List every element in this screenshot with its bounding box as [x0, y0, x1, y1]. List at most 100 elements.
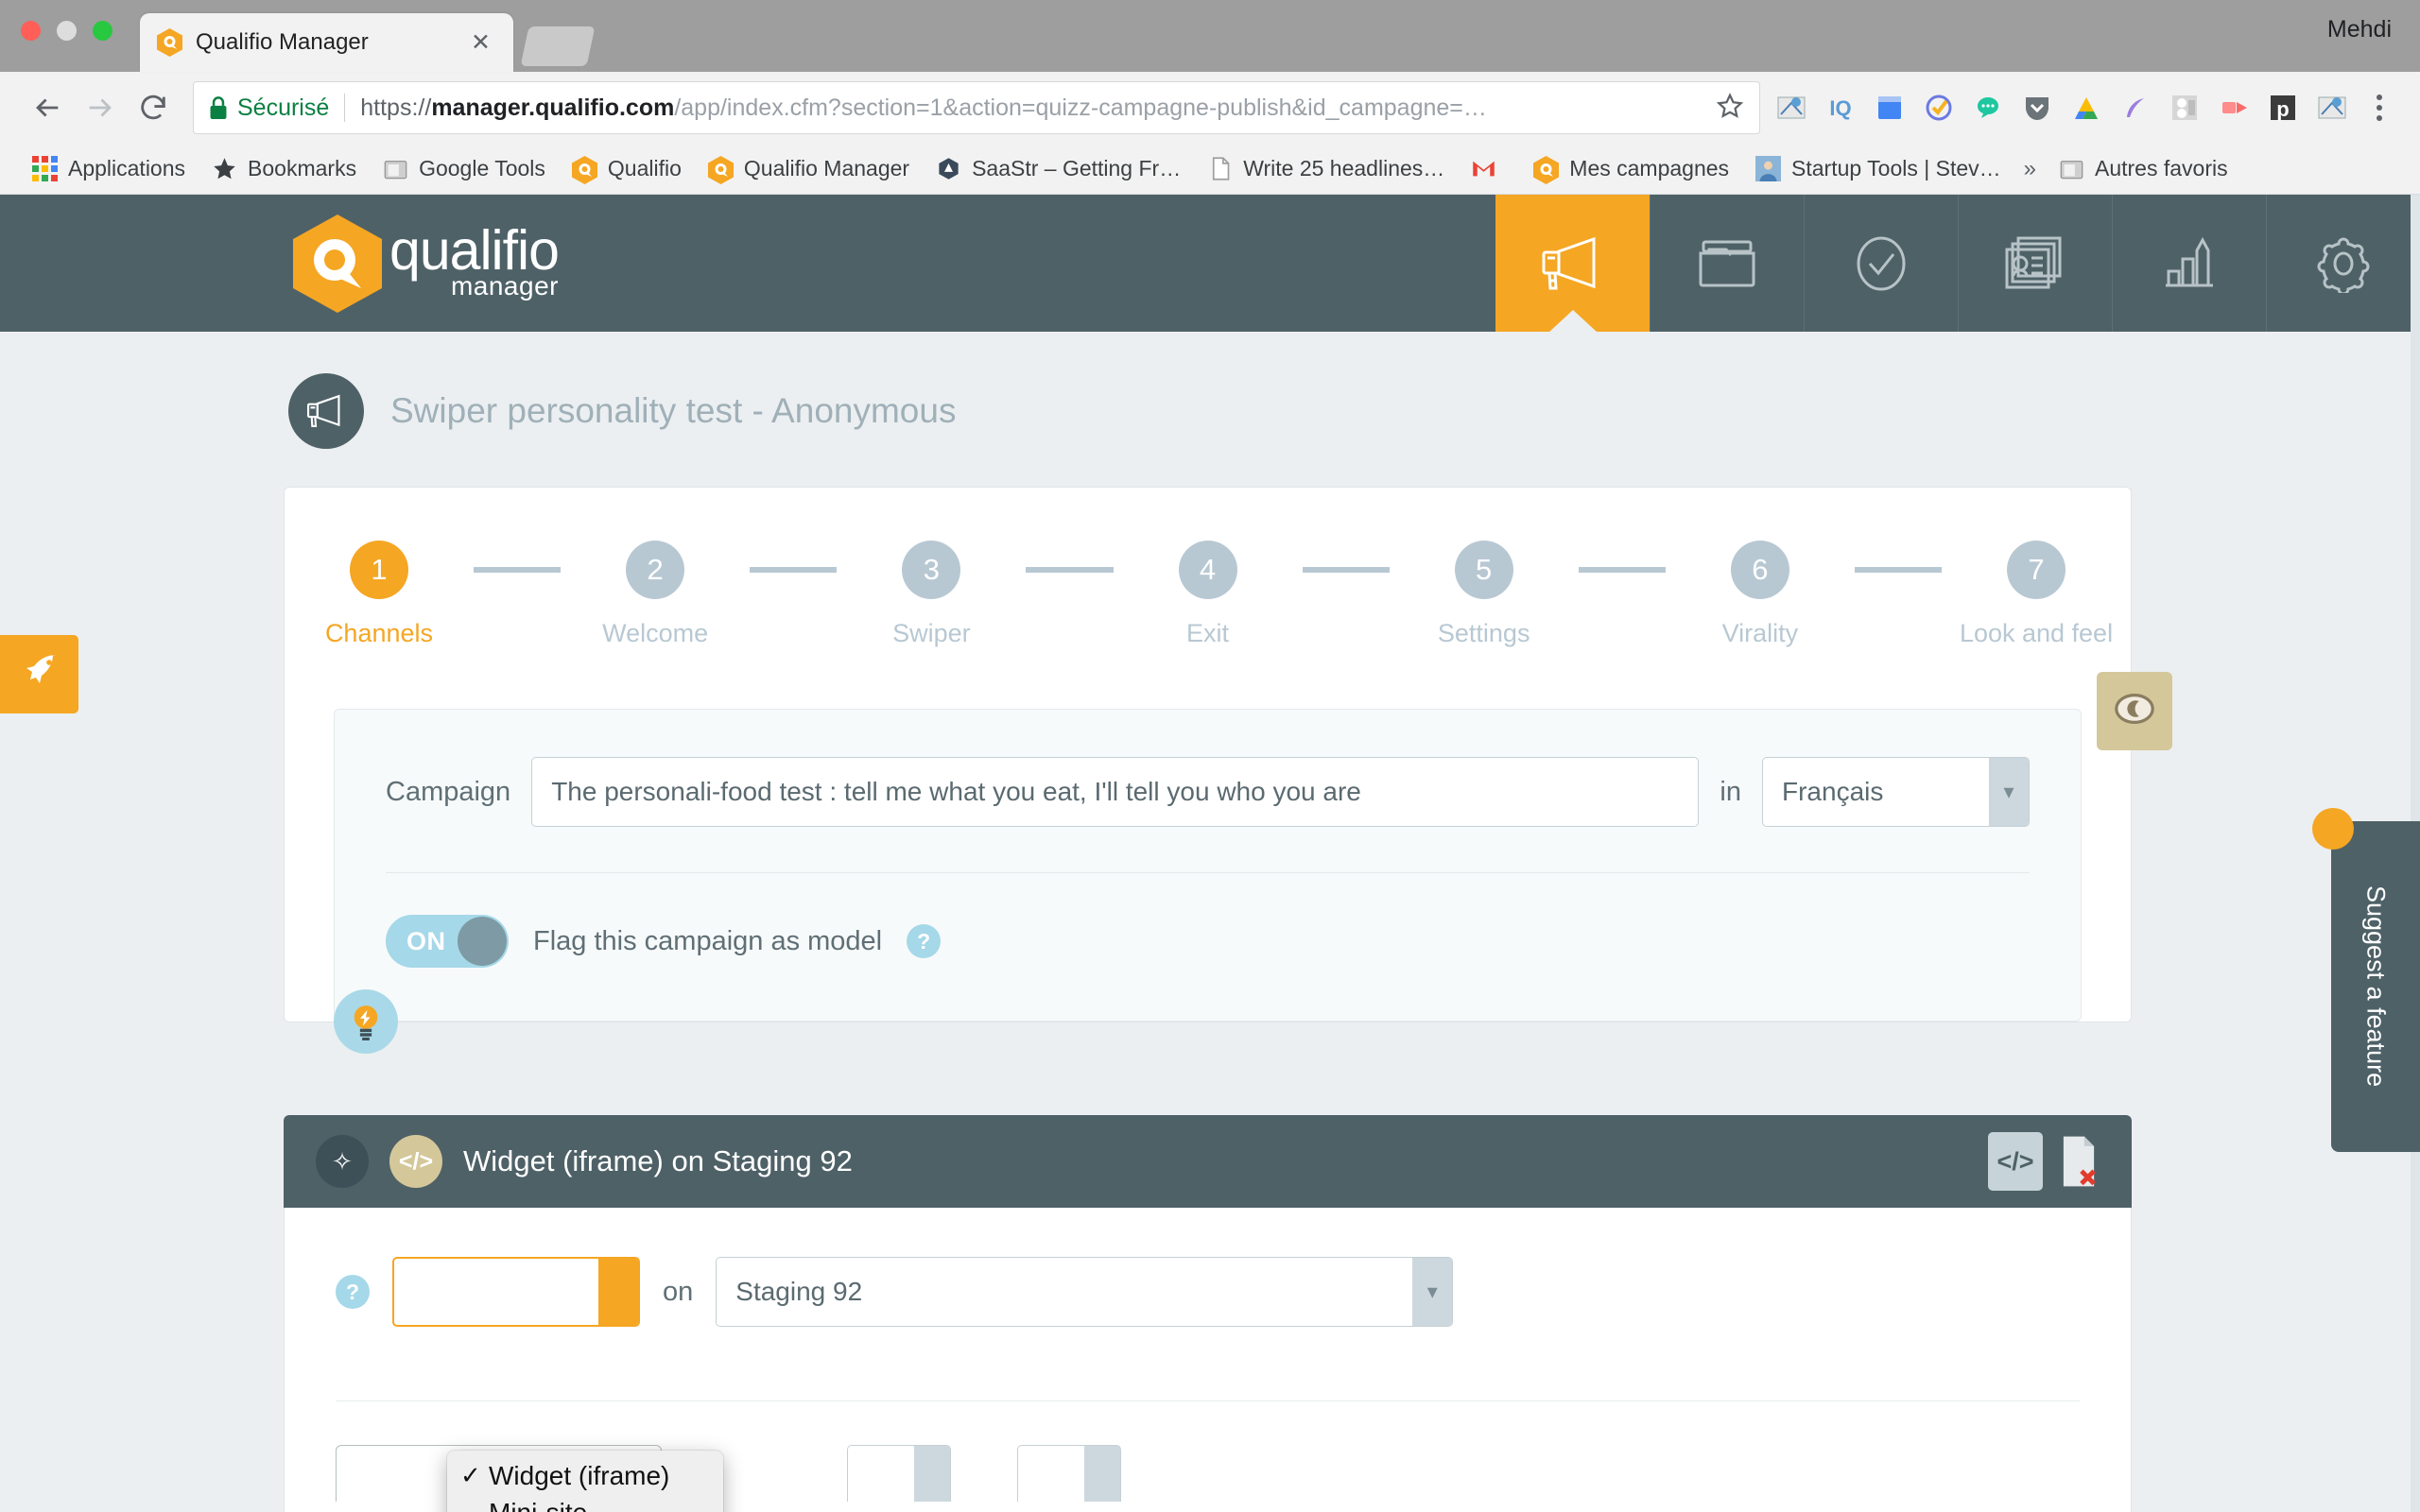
feather-icon[interactable] — [2118, 90, 2153, 126]
bookmark-mes-campagnes[interactable]: Mes campagnes — [1520, 156, 1742, 184]
lock-icon — [209, 96, 228, 119]
bookmarks-overflow-icon[interactable]: » — [2014, 156, 2046, 182]
step-number: 1 — [349, 541, 408, 599]
step-number: 5 — [1454, 541, 1513, 599]
step-exit[interactable]: 4 Exit — [1114, 541, 1303, 648]
new-tab-button[interactable] — [520, 26, 596, 66]
widget-height-select[interactable] — [1017, 1445, 1121, 1502]
prezi-p-icon[interactable]: p — [2265, 90, 2301, 126]
extensions-bar: IQ p — [1773, 90, 2399, 126]
nav-moderation[interactable] — [1804, 195, 1958, 332]
maximize-window-button[interactable] — [93, 21, 112, 41]
video-share-icon[interactable] — [2216, 90, 2252, 126]
bluebox-icon[interactable] — [1872, 90, 1908, 126]
bookmark-qualifio[interactable]: Qualifio — [559, 156, 695, 184]
bookmark-startup-tools[interactable]: Startup Tools | Stev… — [1742, 156, 2014, 181]
step-label: Look and feel — [1959, 619, 2114, 647]
step-look-and-feel[interactable]: 7 Look and feel — [1942, 541, 2131, 648]
step-connector — [1578, 567, 1666, 573]
close-icon[interactable]: ✕ — [465, 27, 496, 59]
getmailbird-icon[interactable] — [1773, 90, 1809, 126]
dropdown-option-widget-iframe[interactable]: ✓ Widget (iframe) — [447, 1457, 723, 1494]
bookmark-write-headlines[interactable]: Write 25 headlines… — [1194, 156, 1458, 181]
folder-icon — [2059, 156, 2084, 181]
campaign-label: Campaign — [386, 776, 511, 807]
close-window-button[interactable] — [21, 21, 41, 41]
chevron-down-icon[interactable]: ✧ — [316, 1135, 369, 1188]
dropdown-option-mini-site[interactable]: Mini-site — [447, 1494, 723, 1512]
preview-tab[interactable] — [2097, 672, 2172, 750]
qualifio-hex-icon — [707, 156, 734, 184]
bookmark-star-icon[interactable] — [1716, 92, 1744, 125]
profile-name[interactable]: Mehdi — [2327, 16, 2392, 43]
dropdown-option-label: Mini-site — [489, 1497, 588, 1512]
step-channels[interactable]: 1 Channels — [285, 541, 474, 648]
step-label: Swiper — [892, 619, 971, 647]
channel-type-dropdown-menu[interactable]: ✓ Widget (iframe) Mini-site Facebook pag… — [447, 1451, 723, 1512]
suggest-feature-label: Suggest a feature — [2361, 885, 2391, 1088]
kebab-menu-icon[interactable] — [2363, 94, 2395, 121]
url-scheme: https:// — [360, 94, 432, 121]
channel-type-select[interactable] — [392, 1257, 640, 1327]
quick-launch-tab[interactable] — [0, 635, 78, 713]
gear-icon — [2314, 234, 2373, 293]
svg-text:p: p — [2276, 97, 2289, 121]
forward-icon[interactable] — [74, 81, 127, 134]
chevron-down-icon — [598, 1259, 638, 1325]
nav-statistics[interactable] — [2112, 195, 2266, 332]
address-bar[interactable]: Sécurisé https://manager.qualifio.com/ap… — [193, 81, 1760, 134]
view-code-button[interactable]: </> — [1988, 1132, 2043, 1191]
back-icon[interactable] — [21, 81, 74, 134]
browser-tab[interactable]: Qualifio Manager ✕ — [140, 13, 513, 72]
page-title: Swiper personality test - Anonymous — [390, 391, 957, 430]
main-nav — [1495, 195, 2420, 332]
chat-bubble-icon[interactable] — [1970, 90, 2006, 126]
toggle-state-label: ON — [406, 926, 446, 955]
getmailbird-icon-2[interactable] — [2314, 90, 2350, 126]
nav-library[interactable] — [1650, 195, 1804, 332]
iq-icon[interactable]: IQ — [1823, 90, 1858, 126]
bookmark-saastr[interactable]: SaaStr – Getting Fr… — [923, 156, 1194, 181]
widget-width-select[interactable] — [847, 1445, 951, 1502]
qualifio-hex-icon — [157, 28, 182, 57]
nav-settings[interactable] — [2266, 195, 2420, 332]
bookmark-other-favorites[interactable]: Autres favoris — [2046, 156, 2241, 181]
bookmark-qualifio-manager[interactable]: Qualifio Manager — [695, 156, 923, 184]
eye-preview-icon — [2112, 690, 2157, 732]
bookmark-bookmarks[interactable]: Bookmarks — [199, 156, 370, 181]
help-icon[interactable]: ? — [336, 1275, 370, 1309]
help-icon[interactable]: ? — [907, 924, 942, 958]
in-label: in — [1720, 776, 1741, 807]
flag-model-toggle[interactable]: ON — [386, 915, 509, 968]
brand-logo[interactable]: qualifio manager — [0, 195, 1495, 332]
pocket-shield-icon[interactable] — [2019, 90, 2055, 126]
megaphone-icon — [1539, 236, 1607, 291]
google-grey-icon[interactable] — [2167, 90, 2203, 126]
campaign-name-input[interactable] — [531, 757, 1700, 827]
suggest-feature-tab[interactable]: Suggest a feature — [2312, 808, 2420, 1152]
bookmark-gmail[interactable] — [1458, 156, 1520, 181]
lightbulb-icon[interactable] — [334, 989, 398, 1054]
reload-icon[interactable] — [127, 81, 180, 134]
step-swiper[interactable]: 3 Swiper — [837, 541, 1026, 648]
target-select[interactable]: Staging 92 ▾ — [716, 1257, 1454, 1327]
minimize-window-button[interactable] — [57, 21, 77, 41]
todoist-check-icon[interactable] — [1921, 90, 1957, 126]
chevron-down-icon: ▾ — [1989, 758, 2029, 826]
language-select[interactable]: Français ▾ — [1762, 757, 2030, 827]
step-welcome[interactable]: 2 Welcome — [561, 541, 750, 648]
nav-campaigns[interactable] — [1495, 195, 1650, 332]
megaphone-icon — [288, 373, 364, 449]
bookmark-google-tools[interactable]: Google Tools — [370, 156, 559, 181]
step-number: 3 — [902, 541, 961, 599]
document-icon — [1207, 156, 1233, 181]
bookmark-applications[interactable]: Applications — [19, 156, 199, 181]
bookmark-label: SaaStr – Getting Fr… — [972, 156, 1182, 180]
google-drive-icon[interactable] — [2068, 90, 2104, 126]
page-title-row: Swiper personality test - Anonymous — [0, 332, 2420, 449]
step-label: Settings — [1437, 619, 1530, 647]
nav-contacts[interactable] — [1958, 195, 2112, 332]
step-settings[interactable]: 5 Settings — [1390, 541, 1579, 648]
delete-file-icon[interactable] — [2058, 1133, 2100, 1190]
step-virality[interactable]: 6 Virality — [1666, 541, 1855, 648]
